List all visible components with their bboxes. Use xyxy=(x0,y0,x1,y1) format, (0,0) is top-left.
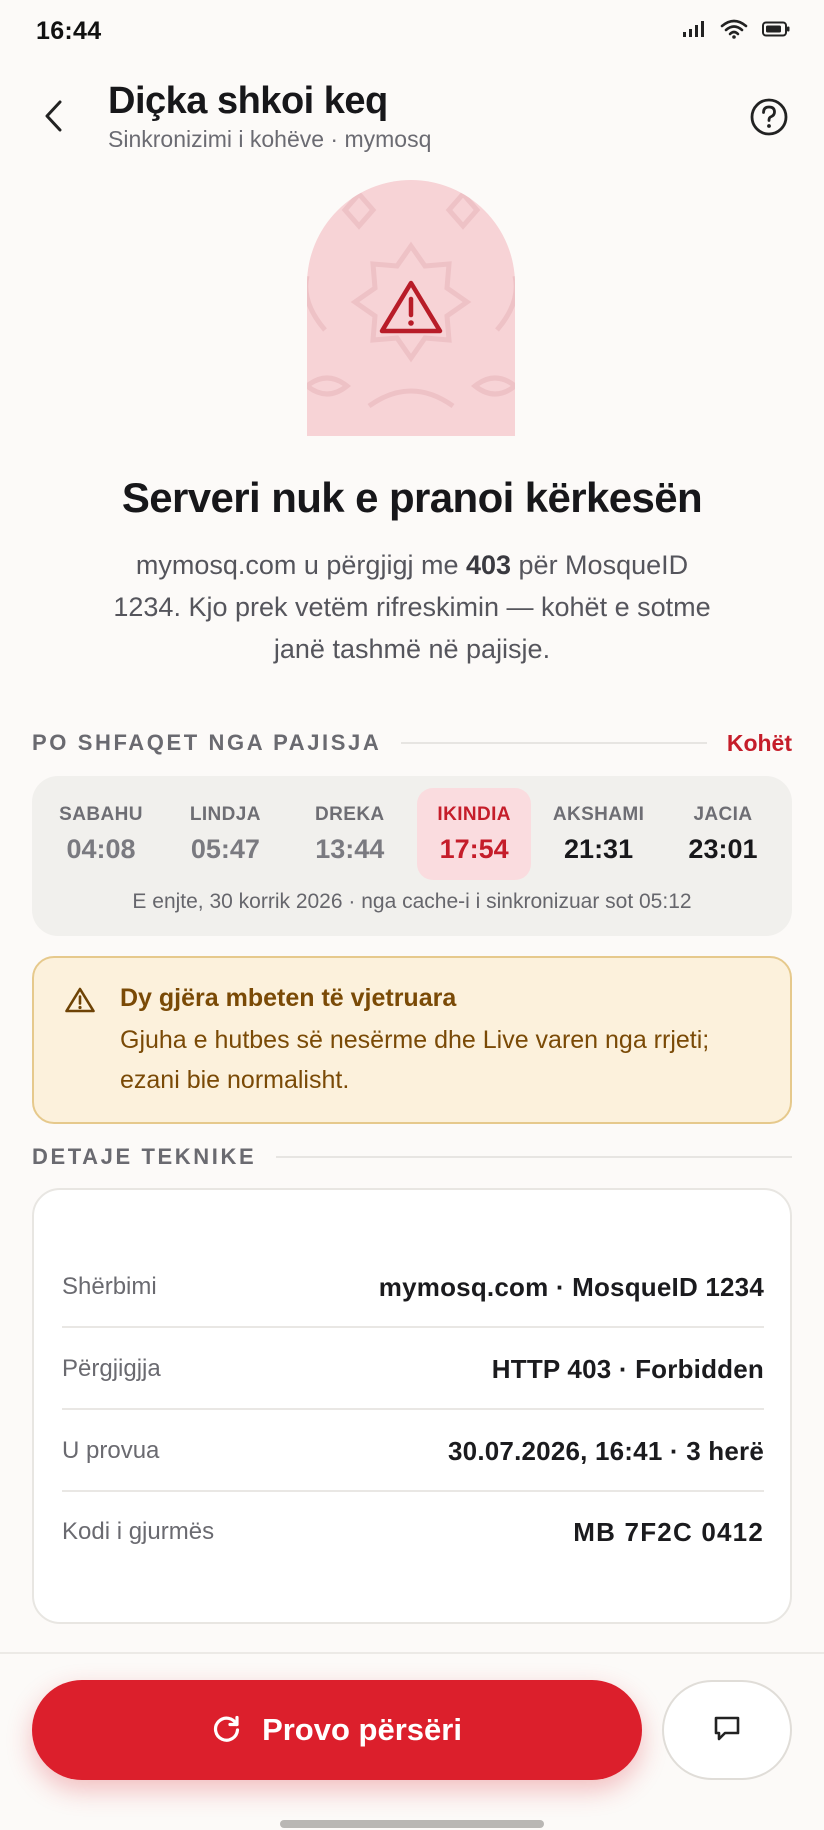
trace-code-value[interactable]: MB 7F2C 0412 xyxy=(573,1517,764,1548)
prayer-times-card: SABAHU 04:08 LINDJA 05:47 DREKA 13:44 IK… xyxy=(32,776,792,936)
retry-label: Provo përsëri xyxy=(262,1712,462,1747)
detail-row-service: Shërbimi mymosq.com · MosqueID 1234 xyxy=(62,1248,764,1328)
prayer-time-value: 21:31 xyxy=(564,833,634,864)
warning-triangle-icon xyxy=(64,986,96,1019)
back-button[interactable] xyxy=(34,92,74,144)
prayer-times-row: SABAHU 04:08 LINDJA 05:47 DREKA 13:44 IK… xyxy=(44,788,780,880)
detail-label: U provua xyxy=(62,1437,160,1464)
notice-body: Gjuha e hutbes së nesërme dhe Live varen… xyxy=(120,1026,710,1094)
prayer-time-dreka: DREKA 13:44 xyxy=(293,788,407,880)
error-illustration xyxy=(307,180,515,436)
help-button[interactable] xyxy=(746,96,792,142)
prayer-name: AKSHAMI xyxy=(552,803,645,825)
device-times-label: PO SHFAQET NGA PAJISJA xyxy=(32,730,382,755)
prayer-time-value: 13:44 xyxy=(315,833,385,864)
stale-notice: Dy gjëra mbeten të vjetruara Gjuha e hut… xyxy=(32,956,792,1124)
detail-row-trace-code: Kodi i gjurmës MB 7F2C 0412 xyxy=(62,1492,764,1572)
page-title: Diçka shkoi keq xyxy=(108,80,388,122)
prayer-name: JACIA xyxy=(693,803,753,825)
detail-value: HTTP 403 · Forbidden xyxy=(491,1353,764,1384)
details-header: DETAJE TEKNIKE xyxy=(32,1142,792,1172)
feedback-button[interactable] xyxy=(662,1680,792,1780)
prayer-name: IKINDIA xyxy=(437,803,511,825)
prayer-time-value: 05:47 xyxy=(190,833,260,864)
detail-label: Shërbimi xyxy=(62,1273,157,1300)
signal-icon xyxy=(682,20,706,43)
prayer-time-value: 23:01 xyxy=(688,833,758,864)
home-indicator[interactable] xyxy=(280,1820,544,1828)
prayer-time-akshami: AKSHAMI 21:31 xyxy=(542,788,656,880)
prayer-time-value: 17:54 xyxy=(439,833,509,864)
detail-row-response: Përgjigjja HTTP 403 · Forbidden xyxy=(62,1330,764,1410)
prayer-name: DREKA xyxy=(315,803,385,825)
divider xyxy=(401,742,707,744)
message-icon xyxy=(712,1713,742,1748)
warning-triangle-icon xyxy=(377,278,445,341)
retry-button[interactable]: Provo përsëri xyxy=(32,1680,642,1780)
bottom-action-bar: Provo përsëri xyxy=(0,1652,824,1830)
detail-value: mymosq.com · MosqueID 1234 xyxy=(378,1271,764,1302)
prayer-name: SABAHU xyxy=(59,803,143,825)
app-header: Diçka shkoi keq Sinkronizimi i kohëve · … xyxy=(0,68,824,168)
prayer-time-ikindia: IKINDIA 17:54 xyxy=(417,788,532,880)
prayer-name: LINDJA xyxy=(189,803,261,825)
cache-info: E enjte, 30 korrik 2026 · nga cache-i i … xyxy=(132,890,692,913)
page-subtitle: Sinkronizimi i kohëve · mymosq xyxy=(108,126,432,152)
prayer-time-value: 04:08 xyxy=(66,833,136,864)
times-link[interactable]: Kohët xyxy=(727,730,792,757)
detail-label: Kodi i gjurmës xyxy=(62,1518,215,1545)
notice-title: Dy gjëra mbeten të vjetruara xyxy=(120,984,457,1012)
wifi-icon xyxy=(720,19,748,44)
status-time: 16:44 xyxy=(36,16,102,45)
chevron-left-icon xyxy=(43,99,65,138)
error-desc-start: mymosq.com u përgjigj me xyxy=(135,550,466,580)
prayer-time-lindja: LINDJA 05:47 xyxy=(168,788,282,880)
detail-label: Përgjigjja xyxy=(62,1355,161,1382)
refresh-icon xyxy=(212,1713,242,1748)
divider xyxy=(276,1156,792,1158)
error-code: 403 xyxy=(465,550,512,580)
detail-row-attempted: U provua 30.07.2026, 16:41 · 3 herë xyxy=(62,1412,764,1492)
detail-value: 30.07.2026, 16:41 · 3 herë xyxy=(448,1435,764,1466)
details-label: DETAJE TEKNIKE xyxy=(32,1144,257,1169)
error-description: mymosq.com u përgjigj me 403 për MosqueI… xyxy=(100,544,724,670)
status-icons xyxy=(682,19,790,44)
device-times-header: PO SHFAQET NGA PAJISJA Kohët xyxy=(32,728,792,758)
battery-icon xyxy=(762,21,790,42)
error-title: Serveri nuk e pranoi kërkesën xyxy=(121,474,703,521)
help-circle-icon xyxy=(749,97,789,142)
status-bar: 16:44 xyxy=(0,0,824,62)
prayer-time-jacia: JACIA 23:01 xyxy=(666,788,780,880)
technical-details-card: Shërbimi mymosq.com · MosqueID 1234 Përg… xyxy=(32,1188,792,1624)
prayer-time-sabahu: SABAHU 04:08 xyxy=(44,788,158,880)
